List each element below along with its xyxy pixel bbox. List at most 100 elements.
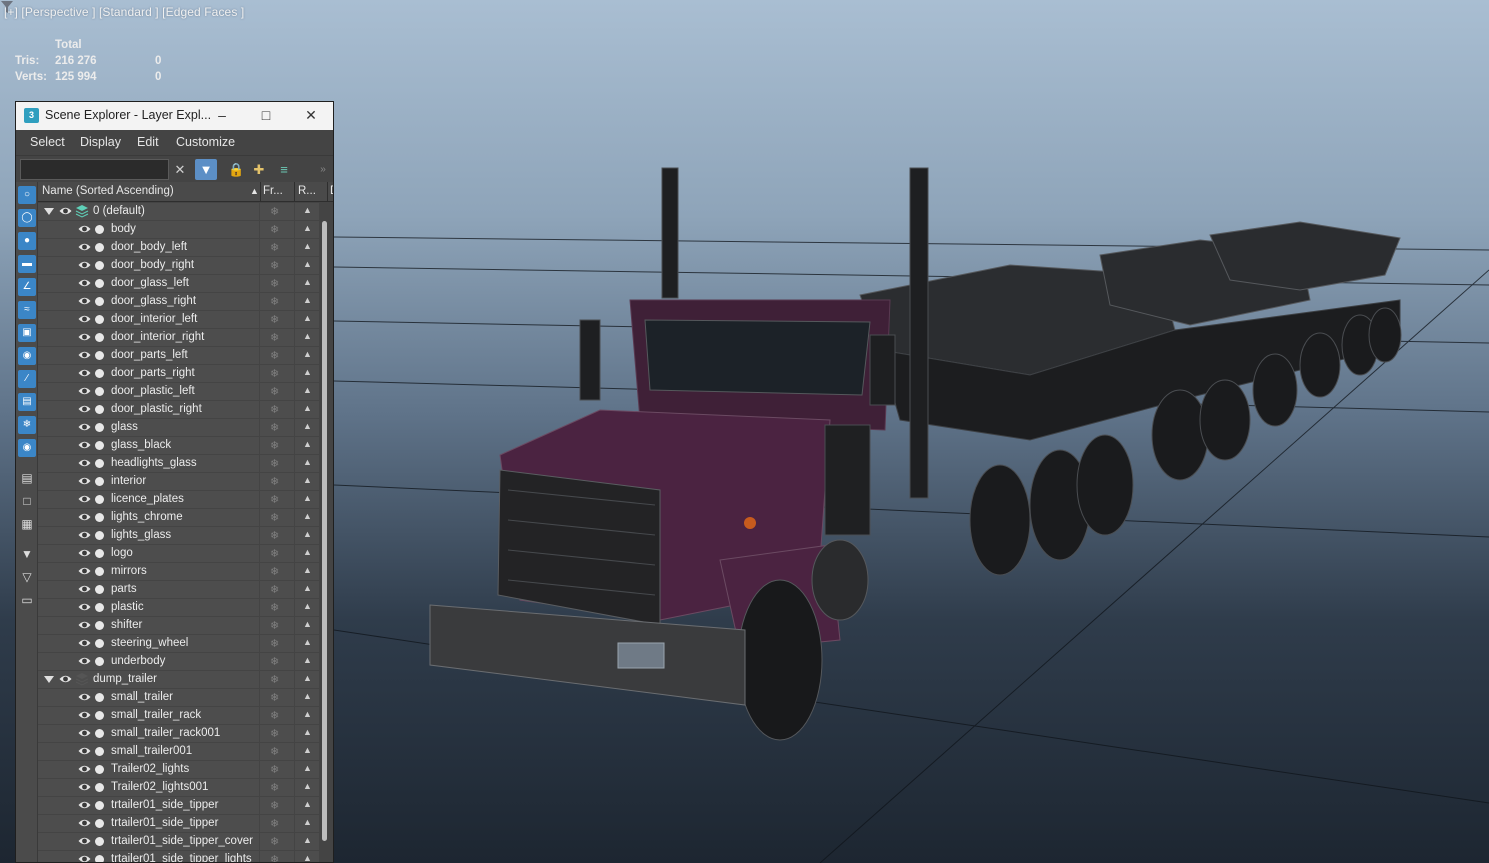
funnel-icon[interactable] [0, 0, 14, 14]
freeze-toggle-icon[interactable]: ❄ [270, 853, 279, 862]
freeze-toggle-icon[interactable]: ❄ [270, 799, 279, 812]
freeze-toggle-icon[interactable]: ❄ [270, 511, 279, 524]
object-row[interactable]: small_trailer ❄ ▲ [38, 689, 333, 707]
render-toggle-icon[interactable]: ▲ [303, 691, 312, 701]
object-row[interactable]: door_body_left ❄ ▲ [38, 239, 333, 257]
sort-ascending-icon[interactable]: ▲ [250, 186, 259, 196]
render-toggle-icon[interactable]: ▲ [303, 403, 312, 413]
display-bones-icon[interactable]: ∕ [18, 370, 36, 388]
new-layer-icon[interactable]: ✚ [250, 159, 268, 180]
render-toggle-icon[interactable]: ▲ [303, 349, 312, 359]
render-toggle-icon[interactable]: ▲ [303, 511, 312, 521]
freeze-toggle-icon[interactable]: ❄ [270, 241, 279, 254]
object-row[interactable]: Trailer02_lights001 ❄ ▲ [38, 779, 333, 797]
display-spacewarps-icon[interactable]: ≈ [18, 301, 36, 319]
freeze-toggle-icon[interactable]: ❄ [270, 349, 279, 362]
layer-manager-icon[interactable]: ▭ [18, 591, 36, 609]
close-button[interactable]: ✕ [300, 105, 322, 125]
object-row[interactable]: trtailer01_side_tipper_cover ❄ ▲ [38, 833, 333, 851]
visibility-eye-icon[interactable] [78, 781, 91, 793]
object-row[interactable]: door_interior_left ❄ ▲ [38, 311, 333, 329]
visibility-eye-icon[interactable] [78, 349, 91, 361]
freeze-toggle-icon[interactable]: ❄ [270, 655, 279, 668]
visibility-eye-icon[interactable] [59, 205, 72, 217]
visibility-eye-icon[interactable] [78, 565, 91, 577]
layers-stack-icon[interactable]: ≡ [275, 159, 293, 180]
visibility-eye-icon[interactable] [78, 331, 91, 343]
viewport-label[interactable]: [+] [Perspective ] [Standard ] [Edged Fa… [4, 5, 244, 19]
visibility-eye-icon[interactable] [78, 259, 91, 271]
search-input[interactable] [20, 159, 169, 180]
object-row[interactable]: headlights_glass ❄ ▲ [38, 455, 333, 473]
visibility-eye-icon[interactable] [59, 673, 72, 685]
visibility-eye-icon[interactable] [78, 313, 91, 325]
freeze-toggle-icon[interactable]: ❄ [270, 493, 279, 506]
menu-select[interactable]: Select [30, 135, 65, 149]
extra-column-header[interactable]: D [330, 185, 333, 197]
display-all-icon[interactable]: ○ [18, 186, 36, 204]
render-toggle-icon[interactable]: ▲ [303, 583, 312, 593]
render-toggle-icon[interactable]: ▲ [303, 331, 312, 341]
object-row[interactable]: mirrors ❄ ▲ [38, 563, 333, 581]
display-lights-icon[interactable]: ● [18, 232, 36, 250]
visibility-eye-icon[interactable] [78, 817, 91, 829]
object-row[interactable]: door_interior_right ❄ ▲ [38, 329, 333, 347]
object-row[interactable]: door_body_right ❄ ▲ [38, 257, 333, 275]
render-toggle-icon[interactable]: ▲ [303, 853, 312, 862]
freeze-toggle-icon[interactable]: ❄ [270, 313, 279, 326]
layer-tree[interactable]: 0 (default) ❄ ▲ body ❄ ▲ door_body_left ❄ ▲ door_… [38, 203, 333, 862]
freeze-toggle-icon[interactable]: ❄ [270, 547, 279, 560]
object-row[interactable]: interior ❄ ▲ [38, 473, 333, 491]
freeze-toggle-icon[interactable]: ❄ [270, 295, 279, 308]
visibility-eye-icon[interactable] [78, 709, 91, 721]
menu-customize[interactable]: Customize [176, 135, 235, 149]
display-cameras-icon[interactable]: ▬ [18, 255, 36, 273]
visibility-eye-icon[interactable] [78, 529, 91, 541]
object-row[interactable]: lights_glass ❄ ▲ [38, 527, 333, 545]
object-row[interactable]: door_plastic_right ❄ ▲ [38, 401, 333, 419]
render-toggle-icon[interactable]: ▲ [303, 817, 312, 827]
object-row[interactable]: steering_wheel ❄ ▲ [38, 635, 333, 653]
maximize-button[interactable]: □ [255, 105, 277, 125]
tree-scrollbar[interactable] [319, 203, 331, 862]
object-row[interactable]: door_glass_right ❄ ▲ [38, 293, 333, 311]
freeze-toggle-icon[interactable]: ❄ [270, 529, 279, 542]
freeze-toggle-icon[interactable]: ❄ [270, 691, 279, 704]
filter-icon[interactable]: ▽ [18, 568, 36, 586]
layer-row[interactable]: dump_trailer ❄ ▲ [38, 671, 333, 689]
visibility-eye-icon[interactable] [78, 241, 91, 253]
object-row[interactable]: trtailer01_side_tipper_lights ❄ ▲ [38, 851, 333, 862]
freeze-toggle-icon[interactable]: ❄ [270, 367, 279, 380]
freeze-toggle-icon[interactable]: ❄ [270, 457, 279, 470]
freeze-toggle-icon[interactable]: ❄ [270, 331, 279, 344]
filter-settings-icon[interactable]: ▼ [18, 545, 36, 563]
object-row[interactable]: trtailer01_side_tipper ❄ ▲ [38, 815, 333, 833]
toolbar-overflow-icon[interactable]: » [316, 159, 330, 180]
layer-row[interactable]: 0 (default) ❄ ▲ [38, 203, 333, 221]
visibility-eye-icon[interactable] [78, 457, 91, 469]
render-toggle-icon[interactable]: ▲ [303, 223, 312, 233]
visibility-eye-icon[interactable] [78, 475, 91, 487]
visibility-eye-icon[interactable] [78, 637, 91, 649]
object-row[interactable]: trtailer01_side_tipper ❄ ▲ [38, 797, 333, 815]
render-toggle-icon[interactable]: ▲ [303, 673, 312, 683]
visibility-eye-icon[interactable] [78, 583, 91, 595]
frozen-column-header[interactable]: Fr... [263, 185, 283, 197]
freeze-toggle-icon[interactable]: ❄ [270, 439, 279, 452]
freeze-toggle-icon[interactable]: ❄ [270, 619, 279, 632]
object-row[interactable]: small_trailer_rack ❄ ▲ [38, 707, 333, 725]
object-row[interactable]: logo ❄ ▲ [38, 545, 333, 563]
lock-icon[interactable]: 🔒 [228, 159, 244, 180]
scene-explorer-window[interactable]: 3 Scene Explorer - Layer Expl... – □ ✕ S… [15, 101, 334, 863]
freeze-toggle-icon[interactable]: ❄ [270, 421, 279, 434]
render-toggle-icon[interactable]: ▲ [303, 475, 312, 485]
window-titlebar[interactable]: 3 Scene Explorer - Layer Expl... – □ ✕ [16, 102, 333, 130]
render-toggle-icon[interactable]: ▲ [303, 439, 312, 449]
freeze-toggle-icon[interactable]: ❄ [270, 385, 279, 398]
visibility-eye-icon[interactable] [78, 493, 91, 505]
render-toggle-icon[interactable]: ▲ [303, 781, 312, 791]
render-toggle-icon[interactable]: ▲ [303, 547, 312, 557]
visibility-eye-icon[interactable] [78, 835, 91, 847]
select-all-icon[interactable]: ▤ [18, 469, 36, 487]
render-toggle-icon[interactable]: ▲ [303, 529, 312, 539]
